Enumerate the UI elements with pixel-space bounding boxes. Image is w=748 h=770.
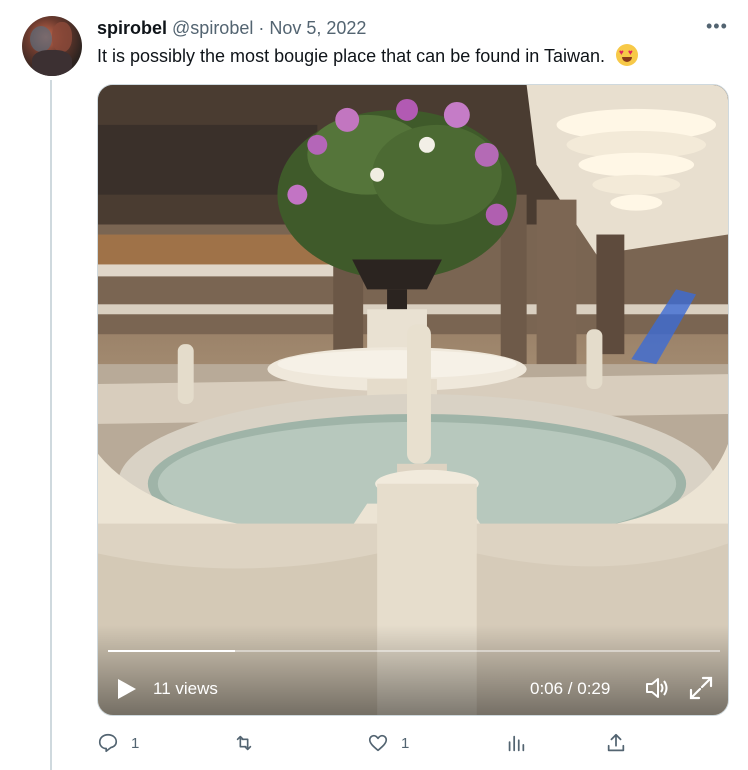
- action-bar: 1 1: [97, 732, 729, 758]
- like-count: 1: [401, 734, 410, 752]
- video-player[interactable]: 11 views 0:06 / 0:29: [97, 84, 729, 716]
- like-icon: [368, 734, 388, 752]
- share-button[interactable]: [605, 732, 627, 754]
- video-frame: [98, 85, 728, 715]
- views-button[interactable]: [505, 732, 527, 754]
- views-icon: [508, 735, 525, 752]
- author-name[interactable]: spirobel: [97, 18, 167, 38]
- tweet-text: It is possibly the most bougie place tha…: [97, 46, 605, 66]
- tweet-date[interactable]: Nov 5, 2022: [269, 18, 366, 38]
- heart-eyes-emoji-icon: ♥ ♥: [616, 44, 638, 66]
- controls-overlay: [98, 625, 728, 715]
- volume-icon[interactable]: [644, 675, 670, 701]
- reply-button[interactable]: 1: [97, 732, 139, 754]
- reply-count: 1: [131, 734, 140, 752]
- progress-bar[interactable]: [108, 650, 720, 652]
- retweet-icon: [236, 735, 252, 751]
- avatar[interactable]: [22, 16, 82, 76]
- tweet-text-row: It is possibly the most bougie place tha…: [97, 44, 638, 68]
- thread-line: [50, 80, 52, 770]
- reply-icon: [98, 733, 118, 753]
- author-handle[interactable]: @spirobel: [172, 18, 253, 38]
- view-count: 11 views: [153, 679, 218, 698]
- play-icon[interactable]: [116, 677, 138, 701]
- tweet-header: spirobel @spirobel · Nov 5, 2022: [97, 17, 366, 39]
- more-options-icon[interactable]: •••: [706, 16, 728, 37]
- progress-fill: [108, 650, 235, 652]
- like-button[interactable]: 1: [367, 732, 409, 754]
- expand-icon[interactable]: [688, 675, 714, 701]
- video-time: 0:06 / 0:29: [530, 679, 611, 698]
- retweet-button[interactable]: [233, 732, 267, 754]
- separator-dot: ·: [258, 18, 265, 38]
- share-icon: [607, 733, 625, 752]
